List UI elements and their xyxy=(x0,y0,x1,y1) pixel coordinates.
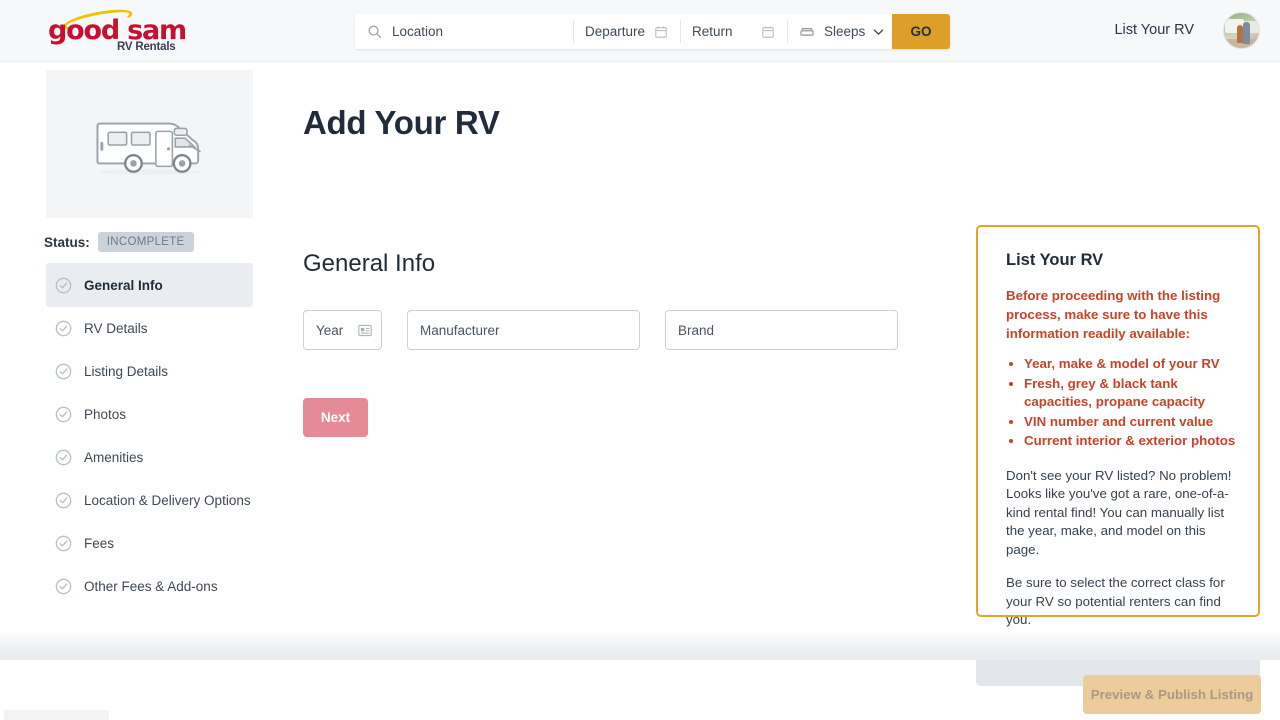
top-header: good sam RV Rentals Location Departure R… xyxy=(0,0,1280,62)
rv-illustration xyxy=(91,108,209,180)
sidebar-item-label: Amenities xyxy=(84,450,143,465)
avatar[interactable] xyxy=(1223,12,1260,49)
info-panel-paragraph-2: Be sure to select the correct class for … xyxy=(1006,574,1236,630)
sidebar-item-fees[interactable]: Fees xyxy=(46,528,253,558)
brand-input[interactable]: Brand xyxy=(665,310,898,350)
good-sam-logo[interactable]: good sam RV Rentals xyxy=(48,12,228,54)
sleeps-label: Sleeps xyxy=(824,24,865,39)
section-title: General Info xyxy=(303,250,435,278)
sidebar-item-rv-details[interactable]: RV Details xyxy=(46,313,253,343)
check-circle-icon xyxy=(55,363,72,380)
list-item: Fresh, grey & black tank capacities, pro… xyxy=(1024,375,1236,412)
check-circle-icon xyxy=(55,277,72,294)
calendar-icon xyxy=(761,25,775,39)
sidebar-nav: General Info RV Details Listing Details xyxy=(46,270,253,614)
list-item: VIN number and current value xyxy=(1024,413,1236,432)
manufacturer-input[interactable]: Manufacturer xyxy=(407,310,640,350)
list-your-rv-info-panel: List Your RV Before proceeding with the … xyxy=(976,225,1260,617)
avatar-person-2 xyxy=(1243,22,1250,44)
sidebar-item-other-fees-add-ons[interactable]: Other Fees & Add-ons xyxy=(46,571,253,601)
sidebar-item-photos[interactable]: Photos xyxy=(46,399,253,429)
status-row: Status: INCOMPLETE xyxy=(44,232,194,252)
check-circle-icon xyxy=(55,535,72,552)
manufacturer-placeholder: Manufacturer xyxy=(420,323,500,338)
go-button[interactable]: GO xyxy=(892,14,950,49)
sidebar-item-listing-details[interactable]: Listing Details xyxy=(46,356,253,386)
general-info-form: Year Manufacturer Brand xyxy=(303,310,898,350)
year-input[interactable]: Year xyxy=(303,310,382,350)
sidebar-item-label: Fees xyxy=(84,536,114,551)
sidebar-item-location-delivery-options[interactable]: Location & Delivery Options xyxy=(46,485,253,515)
sidebar-item-amenities[interactable]: Amenities xyxy=(46,442,253,472)
page-title: Add Your RV xyxy=(303,104,500,142)
departure-label: Departure xyxy=(585,24,645,39)
main-content: Add Your RV General Info Year Manufactur… xyxy=(270,62,1280,720)
sidebar-item-label: Photos xyxy=(84,407,126,422)
info-panel-paragraph-1: Don't see your RV listed? No problem! Lo… xyxy=(1006,467,1236,560)
check-circle-icon xyxy=(55,449,72,466)
return-label: Return xyxy=(692,24,733,39)
sidebar-item-label: Location & Delivery Options xyxy=(84,493,251,508)
sidebar-item-label: Other Fees & Add-ons xyxy=(84,579,218,594)
info-panel-bullets: Year, make & model of your RV Fresh, gre… xyxy=(1024,355,1236,451)
rv-illustration-card xyxy=(46,70,253,218)
return-date-picker[interactable]: Return xyxy=(680,14,787,49)
year-placeholder: Year xyxy=(316,323,343,338)
logo-tagline: RV Rentals xyxy=(117,41,176,53)
check-circle-icon xyxy=(55,320,72,337)
bottom-partial-element xyxy=(4,710,109,720)
sidebar-item-label: General Info xyxy=(84,278,163,293)
check-circle-icon xyxy=(55,406,72,423)
list-item: Year, make & model of your RV xyxy=(1024,355,1236,374)
brand-placeholder: Brand xyxy=(678,323,714,338)
footer-divider xyxy=(0,632,1280,660)
list-item: Current interior & exterior photos xyxy=(1024,432,1236,451)
list-your-rv-link[interactable]: List Your RV xyxy=(1114,22,1194,38)
search-input[interactable]: Location xyxy=(355,14,573,49)
sidebar-item-label: Listing Details xyxy=(84,364,168,379)
search-icon xyxy=(367,24,382,39)
info-panel-title: List Your RV xyxy=(1006,251,1236,270)
sleeps-dropdown[interactable]: Sleeps xyxy=(787,14,892,49)
search-placeholder: Location xyxy=(392,24,443,39)
next-button[interactable]: Next xyxy=(303,398,368,437)
sidebar-item-general-info[interactable]: General Info xyxy=(46,263,253,307)
status-label: Status: xyxy=(44,235,90,250)
departure-date-picker[interactable]: Departure xyxy=(573,14,680,49)
sidebar-item-label: RV Details xyxy=(84,321,148,336)
bed-icon xyxy=(799,25,815,39)
search-bar: Location Departure Return xyxy=(355,14,950,49)
preview-publish-listing-button[interactable]: Preview & Publish Listing xyxy=(1083,675,1261,714)
check-circle-icon xyxy=(55,492,72,509)
list-card-icon xyxy=(358,324,372,337)
calendar-icon xyxy=(654,25,668,39)
sidebar: Status: INCOMPLETE General Info RV Detai… xyxy=(0,62,270,720)
check-circle-icon xyxy=(55,578,72,595)
info-panel-lead: Before proceeding with the listing proce… xyxy=(1006,286,1236,343)
status-badge: INCOMPLETE xyxy=(98,232,194,252)
chevron-down-icon xyxy=(873,28,884,36)
